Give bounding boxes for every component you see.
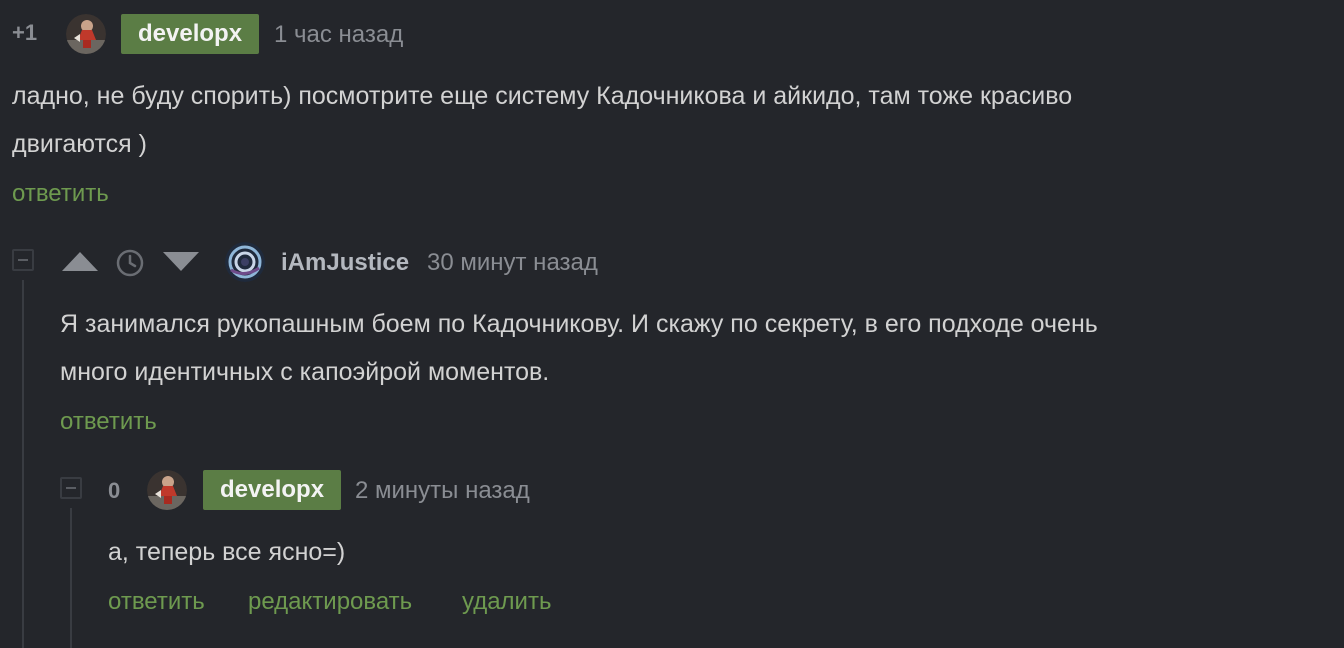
save-button[interactable] bbox=[115, 248, 145, 283]
upvote-button[interactable] bbox=[60, 248, 100, 281]
collapse-thread-button[interactable] bbox=[60, 477, 82, 499]
comment-text-line: двигаются ) bbox=[12, 130, 147, 158]
avatar[interactable] bbox=[225, 242, 265, 282]
thread-line[interactable] bbox=[22, 280, 24, 648]
edit-link[interactable]: редактировать bbox=[248, 588, 412, 616]
reply-link[interactable]: ответить bbox=[12, 180, 109, 208]
comment-time[interactable]: 1 час назад bbox=[274, 21, 403, 49]
delete-link[interactable]: удалить bbox=[462, 588, 551, 616]
triangle-up-icon bbox=[62, 252, 98, 271]
reply-link[interactable]: ответить bbox=[108, 588, 205, 616]
downvote-button[interactable] bbox=[161, 250, 201, 279]
comment-score: 0 bbox=[108, 478, 121, 503]
author-badge[interactable]: developx bbox=[121, 14, 260, 54]
comment-text: Я занимался рукопашным боем по Кадочнико… bbox=[60, 300, 1330, 396]
comment-text-line: ладно, не буду спорить) посмотрите еще с… bbox=[12, 82, 1073, 110]
avatar[interactable] bbox=[66, 14, 106, 54]
thread-line[interactable] bbox=[70, 508, 72, 648]
comment-text: ладно, не буду спорить) посмотрите еще с… bbox=[12, 72, 1332, 168]
comment-text-line: Я занимался рукопашным боем по Кадочнико… bbox=[60, 310, 1098, 338]
comment-text: а, теперь все ясно=) bbox=[108, 528, 1308, 576]
comment-time[interactable]: 2 минуты назад bbox=[355, 477, 530, 505]
comment-time[interactable]: 30 минут назад bbox=[427, 249, 598, 277]
comment-text-line: много идентичных с капоэйрой моментов. bbox=[60, 358, 550, 386]
collapse-thread-button[interactable] bbox=[12, 249, 34, 271]
reply-link[interactable]: ответить bbox=[60, 408, 157, 436]
avatar-image bbox=[66, 14, 106, 54]
clock-icon bbox=[116, 249, 144, 277]
avatar[interactable] bbox=[147, 470, 187, 510]
author-badge[interactable]: developx bbox=[203, 470, 342, 510]
avatar-image bbox=[225, 242, 265, 282]
triangle-down-icon bbox=[163, 252, 199, 271]
author-name[interactable]: iAmJustice bbox=[281, 249, 409, 277]
comment-score: +1 bbox=[12, 20, 38, 45]
avatar-image bbox=[147, 470, 187, 510]
comment-text-line: а, теперь все ясно=) bbox=[108, 538, 346, 566]
